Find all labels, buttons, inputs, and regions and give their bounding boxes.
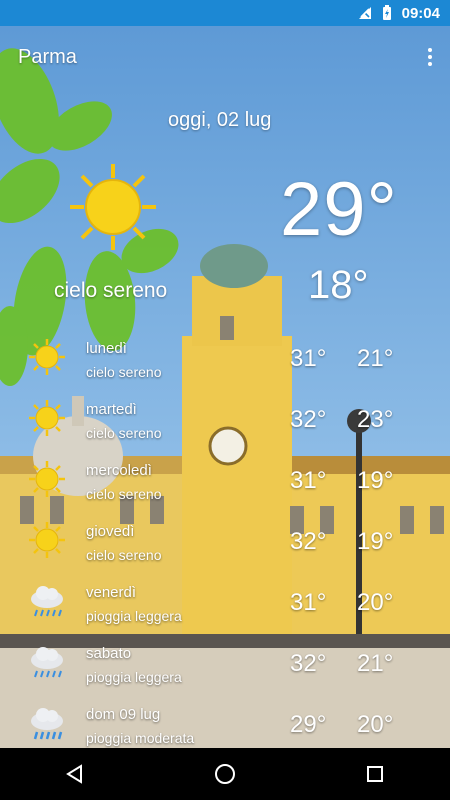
forecast-min-temp: 19°	[357, 528, 394, 555]
forecast-description: pioggia leggera	[86, 608, 182, 624]
rain-cloud-icon	[31, 586, 63, 617]
battery-charging-icon	[382, 5, 391, 20]
forecast-row[interactable]: lunedì cielo sereno 31° 21°	[0, 330, 450, 392]
forecast-description: cielo sereno	[86, 425, 162, 441]
sun-icon	[29, 400, 65, 436]
forecast-day: dom 09 lug	[86, 706, 161, 723]
forecast-min-temp: 21°	[357, 345, 394, 372]
current-max-temp: 29°	[280, 167, 398, 252]
forecast-max-temp: 32°	[290, 650, 327, 677]
signal-icon	[358, 7, 371, 19]
forecast-row[interactable]: venerdì pioggia leggera 31° 20°	[0, 574, 450, 636]
home-button[interactable]	[195, 748, 255, 800]
current-min-temp: 18°	[308, 263, 369, 307]
overflow-menu-icon[interactable]	[426, 46, 434, 68]
forecast-min-temp: 19°	[357, 467, 394, 494]
sun-icon	[70, 164, 156, 250]
current-condition: cielo sereno	[54, 279, 168, 302]
today-date: oggi, 02 lug	[168, 109, 272, 131]
forecast-max-temp: 31°	[290, 345, 327, 372]
forecast-row[interactable]: martedì cielo sereno 32° 23°	[0, 391, 450, 453]
forecast-day: martedì	[86, 401, 137, 418]
forecast-day: mercoledì	[86, 462, 152, 479]
forecast-description: pioggia leggera	[86, 669, 182, 685]
forecast-max-temp: 31°	[290, 589, 327, 616]
forecast-description: cielo sereno	[86, 547, 162, 563]
sun-icon	[29, 522, 65, 558]
forecast-day: lunedì	[86, 340, 127, 357]
forecast-min-temp: 20°	[357, 711, 394, 738]
status-bar: 09:04	[0, 0, 450, 26]
forecast-description: cielo sereno	[86, 486, 162, 502]
sun-icon	[29, 461, 65, 497]
forecast-min-temp: 21°	[357, 650, 394, 677]
recents-button[interactable]	[345, 748, 405, 800]
forecast-min-temp: 20°	[357, 589, 394, 616]
home-circle-icon	[215, 764, 235, 784]
forecast-row[interactable]: mercoledì cielo sereno 31° 19°	[0, 452, 450, 514]
forecast-day: sabato	[86, 645, 132, 662]
forecast-description: pioggia moderata	[86, 730, 195, 746]
forecast-max-temp: 32°	[290, 406, 327, 433]
back-button[interactable]	[45, 748, 105, 800]
forecast-day: giovedì	[86, 523, 135, 540]
forecast-description: cielo sereno	[86, 364, 162, 380]
sun-icon	[29, 339, 65, 375]
rain-cloud-icon	[31, 647, 63, 678]
forecast-max-temp: 31°	[290, 467, 327, 494]
forecast-row[interactable]: sabato pioggia leggera 32° 21°	[0, 635, 450, 697]
forecast-day: venerdì	[86, 584, 137, 601]
rain-cloud-icon	[31, 708, 63, 740]
forecast-row[interactable]: giovedì cielo sereno 32° 19°	[0, 513, 450, 575]
status-time: 09:04	[401, 4, 440, 22]
city-title[interactable]: Parma	[18, 46, 77, 69]
forecast-max-temp: 29°	[290, 711, 327, 738]
back-triangle-icon	[66, 764, 82, 784]
navigation-bar	[0, 748, 450, 800]
forecast-min-temp: 23°	[357, 406, 394, 433]
forecast-max-temp: 32°	[290, 528, 327, 555]
recents-square-icon	[367, 766, 383, 782]
